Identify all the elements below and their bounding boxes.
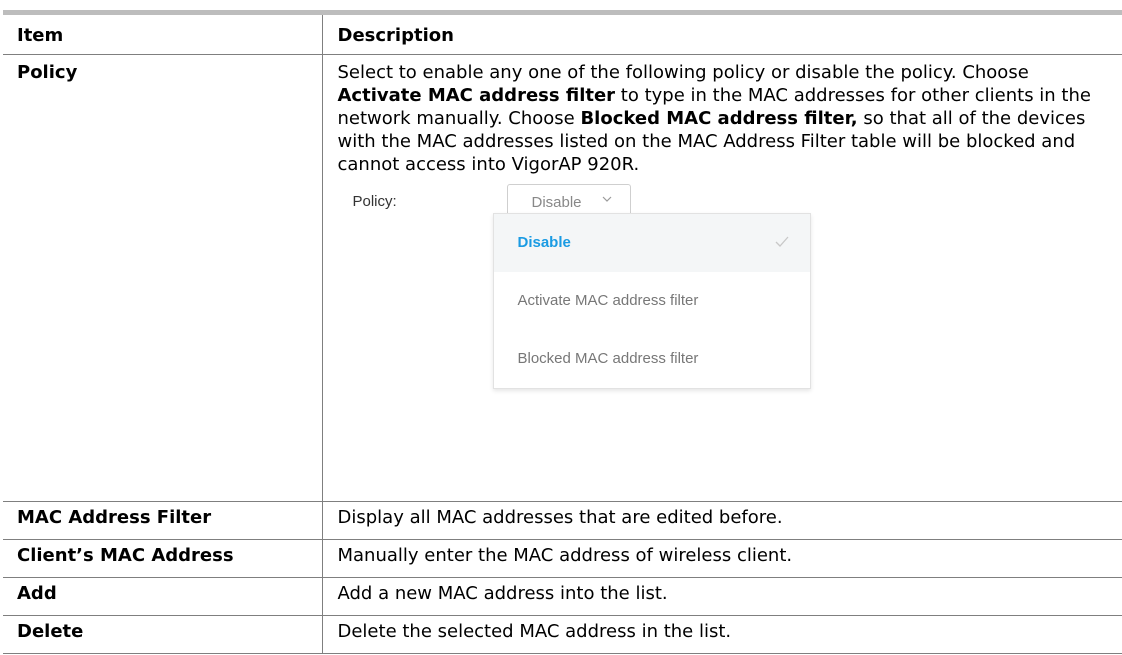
policy-bold-activate: Activate MAC address filter (337, 85, 616, 106)
policy-description-text: Select to enable any one of the followin… (338, 61, 1108, 176)
table-row: Add Add a new MAC address into the list. (3, 577, 1122, 616)
row-description: Display all MAC addresses that are edite… (322, 501, 1122, 540)
header-item: Item (3, 15, 323, 55)
row-description-policy: Select to enable any one of the followin… (322, 54, 1122, 502)
row-item-policy: Policy (3, 54, 323, 502)
policy-select[interactable]: Disable (506, 184, 631, 213)
policy-option-disable[interactable]: Disable (493, 214, 810, 272)
policy-ui-screenshot: Policy: Disable Disable Activate MAC add… (338, 184, 838, 394)
policy-option-activate[interactable]: Activate MAC address filter (494, 272, 810, 330)
checkmark-icon (775, 236, 788, 247)
chevron-down-icon (602, 196, 611, 202)
policy-desc-part-1: Select to enable any one of the followin… (337, 62, 1029, 83)
header-description: Description (322, 15, 1122, 55)
policy-option-blocked[interactable]: Blocked MAC address filter (494, 330, 810, 388)
row-item: Delete (3, 615, 323, 654)
row-item: Add (3, 577, 323, 616)
table-row: Client’s MAC Address Manually enter the … (3, 539, 1122, 578)
row-description: Delete the selected MAC address in the l… (322, 615, 1122, 654)
table-row: Delete Delete the selected MAC address i… (3, 615, 1122, 654)
policy-select-value: Disable (531, 194, 582, 211)
row-item: Client’s MAC Address (3, 539, 323, 578)
policy-option-label: Activate MAC address filter (517, 292, 699, 309)
table-header-row: Item Description (3, 15, 1122, 55)
row-item: MAC Address Filter (3, 501, 323, 540)
policy-option-label: Blocked MAC address filter (517, 350, 699, 367)
policy-option-label: Disable (517, 234, 571, 251)
table-row-policy: Policy Select to enable any one of the f… (3, 54, 1122, 502)
policy-bold-blocked: Blocked MAC address filter, (580, 108, 858, 129)
policy-ui-label: Policy: (352, 193, 397, 210)
row-description: Add a new MAC address into the list. (322, 577, 1122, 616)
table-row: MAC Address Filter Display all MAC addre… (3, 501, 1122, 540)
policy-dropdown-menu: Disable Activate MAC address filter Bloc… (492, 213, 811, 389)
row-description: Manually enter the MAC address of wirele… (322, 539, 1122, 578)
description-table: Item Description Policy Select to enable… (3, 10, 1122, 654)
